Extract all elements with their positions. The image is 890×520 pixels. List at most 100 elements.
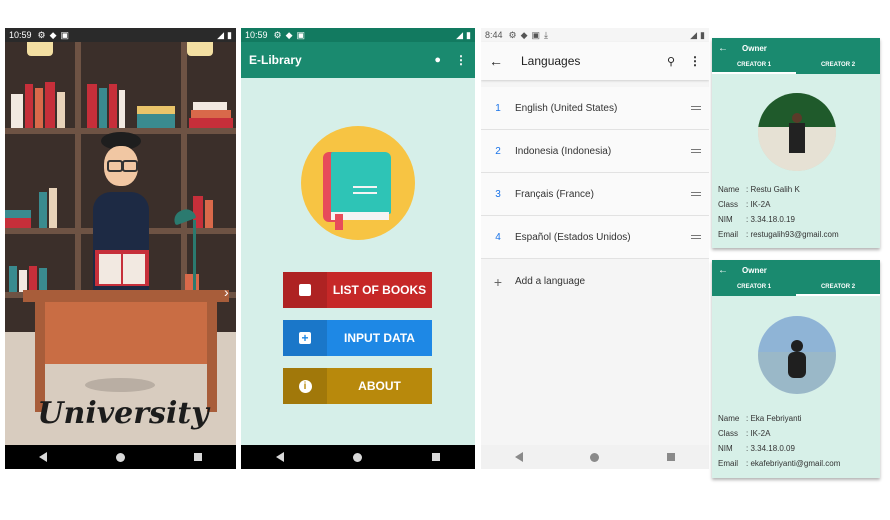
about-button[interactable]: i ABOUT [283, 368, 432, 404]
chevron-right-icon[interactable]: › [224, 284, 229, 300]
field-value: : Eka Febriyanti [746, 414, 802, 423]
home-nav-icon[interactable] [590, 452, 600, 462]
language-name: English (United States) [515, 102, 618, 114]
status-time: 10:59 [245, 30, 268, 40]
field-label: NIM [718, 444, 733, 453]
drag-handle-icon[interactable] [691, 233, 701, 241]
tab-creator-2[interactable]: CREATOR 2 [796, 280, 880, 296]
home-screen: 10:59 ⚙ ◆ ▣ ◢ ▮ E-Library ● ⋮ LIST OF BOOKS… [241, 28, 475, 469]
signal-icon: ◢ [217, 29, 225, 40]
sim-icon: ▣ [531, 29, 541, 40]
status-time: 10:59 [9, 30, 32, 40]
drag-handle-icon[interactable] [691, 147, 701, 155]
recents-nav-icon[interactable] [667, 453, 676, 461]
back-nav-icon[interactable] [275, 452, 284, 462]
back-nav-icon[interactable] [39, 452, 48, 462]
ceiling-lamp-icon [187, 42, 213, 56]
language-number: 4 [495, 231, 501, 243]
recents-nav-icon[interactable] [432, 453, 441, 461]
button-label: LIST OF BOOKS [332, 283, 427, 297]
sim-icon: ▣ [296, 29, 306, 40]
field-label: NIM [718, 215, 733, 224]
nav-bar [5, 445, 236, 469]
search-icon[interactable]: ⚲ [667, 55, 675, 68]
download-icon: ⤓ [544, 29, 549, 40]
settings-icon: ⚙ [273, 29, 282, 40]
list-of-books-button[interactable]: LIST OF BOOKS [283, 272, 432, 308]
tab-creator-1[interactable]: CREATOR 1 [712, 58, 796, 74]
overflow-menu-icon[interactable]: ⋮ [689, 54, 701, 68]
tab-creator-2[interactable]: CREATOR 2 [796, 58, 880, 74]
overflow-menu-icon[interactable]: ⋮ [455, 53, 467, 67]
back-arrow-icon[interactable]: ← [718, 265, 728, 276]
owner-title: Owner [742, 43, 767, 53]
field-value: : Restu Galih K [746, 185, 800, 194]
home-nav-icon[interactable] [353, 452, 363, 462]
back-arrow-icon[interactable]: ← [718, 43, 728, 54]
drag-handle-icon[interactable] [691, 190, 701, 198]
creator-tabs: CREATOR 1 CREATOR 2 [712, 58, 880, 74]
nav-bar [481, 445, 709, 469]
owner-title: Owner [742, 265, 767, 275]
field-label: Email [718, 459, 739, 468]
shield-icon: ◆ [49, 29, 57, 40]
books-row [9, 82, 75, 128]
field-value: : IK-2A [746, 429, 771, 438]
field-label: Class [718, 200, 739, 209]
language-item[interactable]: 3 Français (France) [481, 173, 709, 216]
signal-icon: ◢ [690, 29, 698, 40]
owner-info: Name : Restu Galih K Class : IK-2A NIM : 3.… [718, 185, 839, 245]
settings-icon: ⚙ [37, 29, 46, 40]
drag-handle-icon[interactable] [691, 104, 701, 112]
status-bar: 10:59 ⚙ ◆ ▣ ◢ ▮ [5, 28, 236, 42]
recents-nav-icon[interactable] [193, 453, 202, 461]
field-label: Name [718, 185, 740, 194]
owner-app-bar: ← Owner [712, 38, 880, 58]
app-bar: ← Languages ⚲ ⋮ [481, 42, 709, 80]
language-number: 3 [495, 188, 501, 200]
battery-icon: ▮ [700, 29, 705, 40]
desk [41, 302, 211, 364]
home-nav-icon[interactable] [115, 452, 125, 462]
language-item[interactable]: 4 Español (Estados Unidos) [481, 216, 709, 259]
back-nav-icon[interactable] [514, 452, 523, 462]
account-icon[interactable]: ● [434, 54, 441, 66]
status-bar: 10:59 ⚙ ◆ ▣ ◢ ▮ [241, 28, 475, 42]
ceiling-lamp-icon [27, 42, 53, 56]
owner-card-creator-1: ← Owner CREATOR 1 CREATOR 2 Name : Restu … [712, 38, 880, 248]
back-arrow-icon[interactable]: ← [489, 53, 503, 69]
app-bar: E-Library ● ⋮ [241, 42, 475, 78]
language-name: Español (Estados Unidos) [515, 231, 631, 243]
settings-icon: ⚙ [508, 29, 517, 40]
language-item[interactable]: 1 English (United States) [481, 87, 709, 130]
university-logo-text: University [37, 396, 209, 431]
creator-tabs: CREATOR 1 CREATOR 2 [712, 280, 880, 296]
languages-screen: 8:44 ⚙ ◆ ▣ ⤓ ◢ ▮ ← Languages ⚲ ⋮ 1 English (… [481, 28, 709, 469]
field-label: Email [718, 230, 739, 239]
field-value: : restugalih93@gmail.com [746, 230, 839, 239]
add-icon: + [493, 273, 503, 290]
add-language-button[interactable]: + Add a language [481, 260, 709, 303]
field-value: : IK-2A [746, 200, 771, 209]
avatar [758, 316, 836, 394]
language-number: 1 [495, 102, 501, 114]
field-value: : 3.34.18.0.19 [746, 215, 795, 224]
battery-icon: ▮ [466, 29, 471, 40]
info-icon: i [283, 368, 327, 404]
language-item[interactable]: 2 Indonesia (Indonesia) [481, 130, 709, 173]
app-title: E-Library [249, 53, 302, 67]
field-label: Class [718, 429, 739, 438]
add-box-icon: + [283, 320, 327, 356]
tab-creator-1[interactable]: CREATOR 1 [712, 280, 796, 296]
shield-icon: ◆ [285, 29, 293, 40]
book-icon [283, 272, 327, 308]
sim-icon: ▣ [60, 29, 70, 40]
button-label: INPUT DATA [344, 331, 415, 345]
status-bar: 8:44 ⚙ ◆ ▣ ⤓ ◢ ▮ [481, 28, 709, 42]
field-label: Name [718, 414, 740, 423]
owner-info: Name: Eka Febriyanti Class: IK-2A NIM: 3… [718, 414, 840, 474]
input-data-button[interactable]: + INPUT DATA [283, 320, 432, 356]
battery-icon: ▮ [227, 29, 232, 40]
language-number: 2 [495, 145, 501, 157]
language-name: Français (France) [515, 188, 594, 200]
